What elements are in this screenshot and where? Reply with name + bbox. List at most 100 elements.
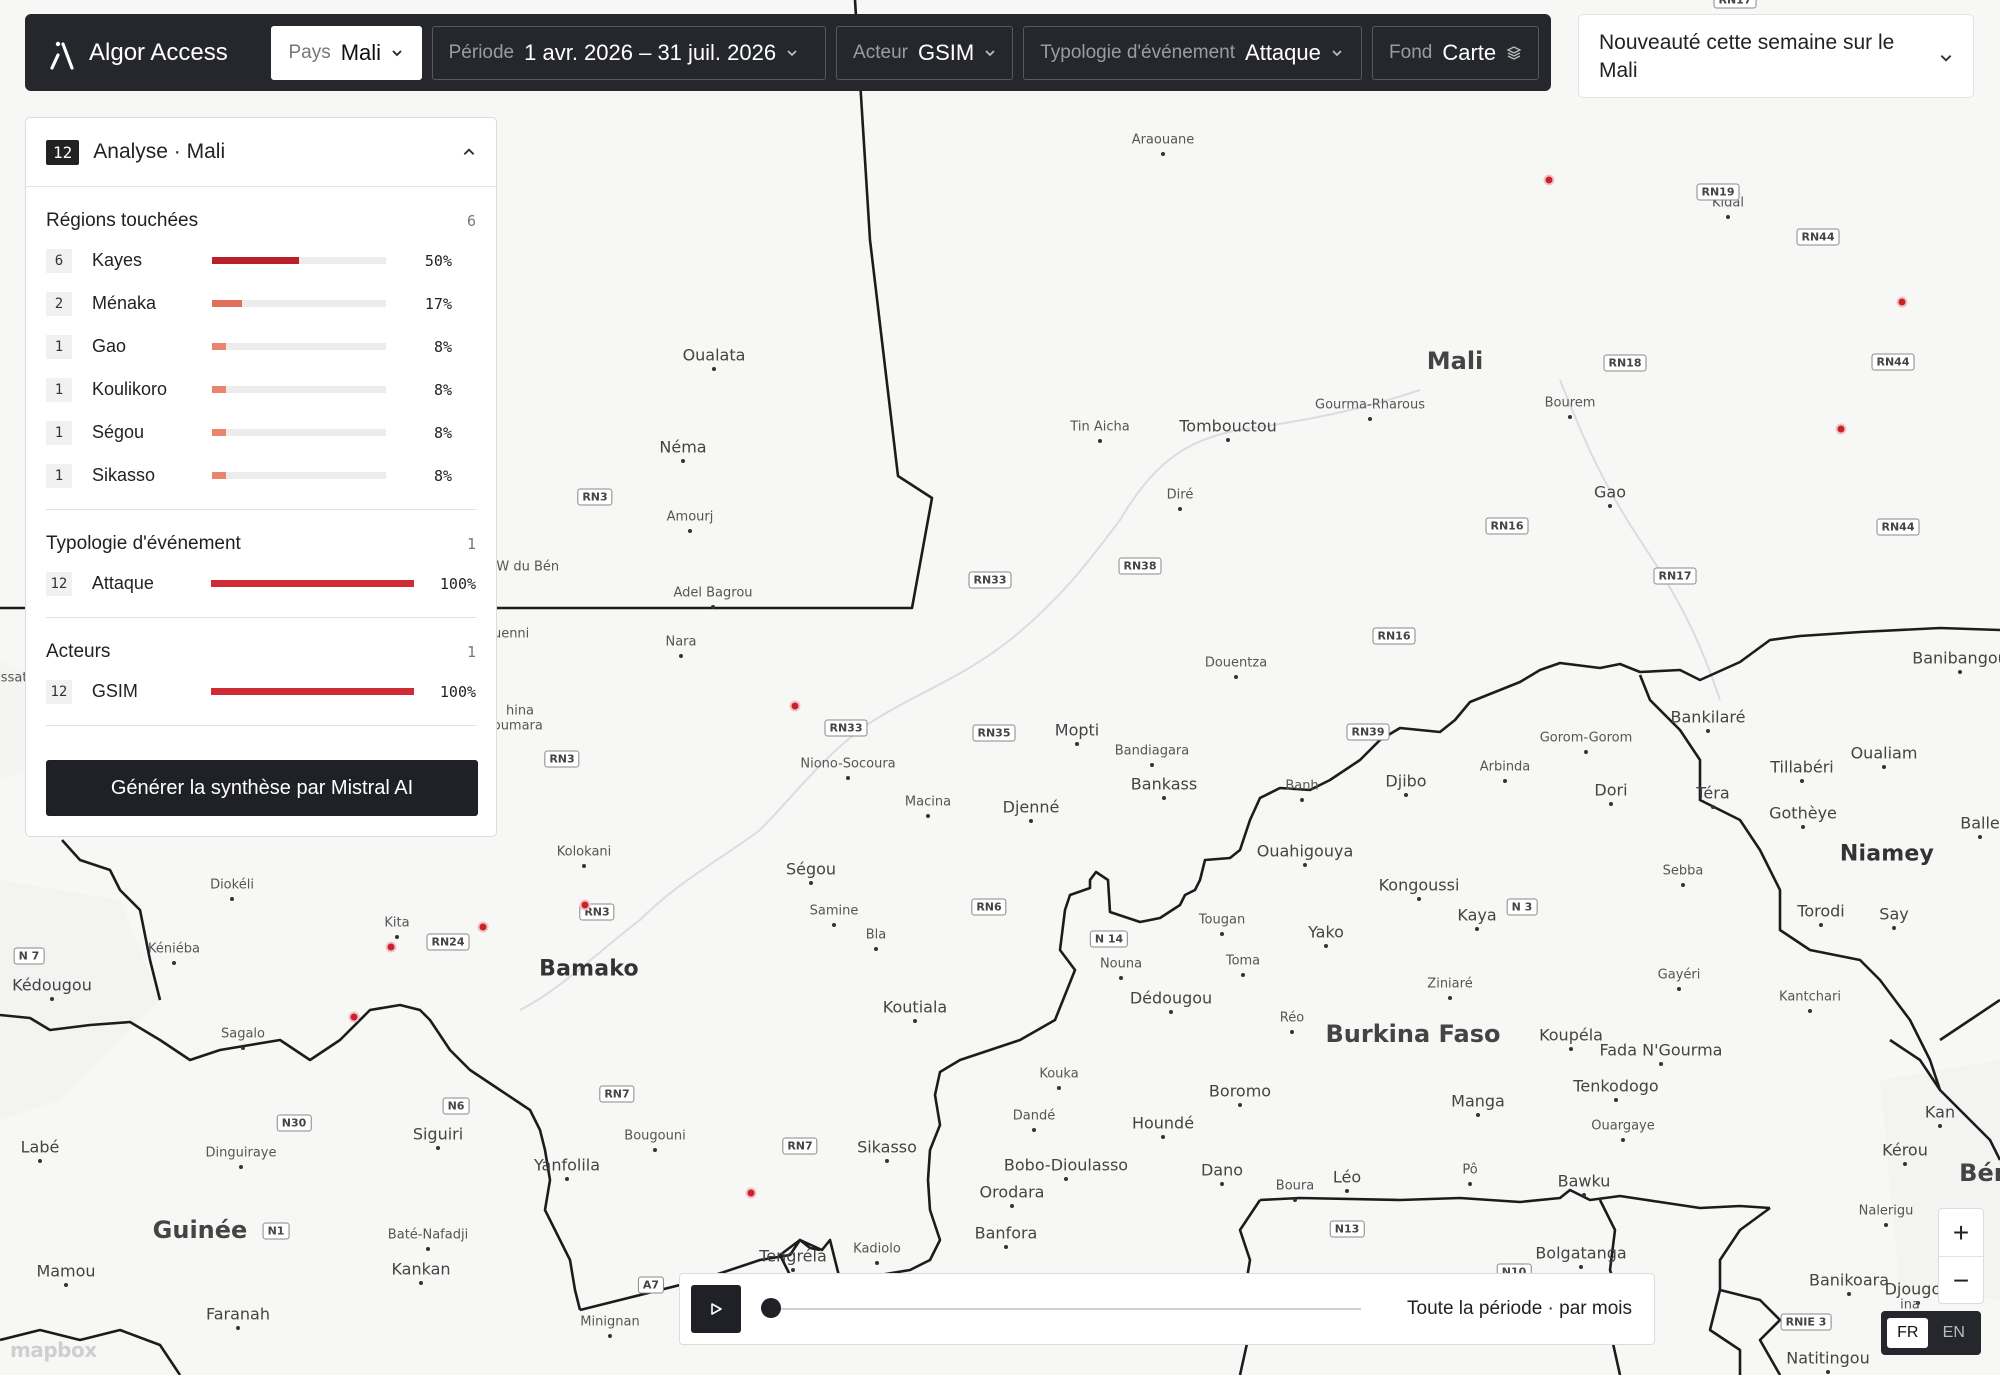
stat-label: Ménaka <box>92 293 157 313</box>
stat-label: Koulikoro <box>92 379 168 399</box>
filter-acteur-label: Acteur <box>853 41 908 63</box>
map-place-label: Dédougou <box>1129 988 1213 1008</box>
map-place-label: Adel Bagrou <box>673 585 753 601</box>
map-place-dot <box>926 814 930 818</box>
map-place-dot <box>679 654 683 658</box>
map-place-dot <box>1303 863 1307 867</box>
event-count-badge: 12 <box>46 139 80 165</box>
lang-en[interactable]: EN <box>1933 1318 1975 1348</box>
event-marker[interactable] <box>1835 423 1847 435</box>
road-shield: RN38 <box>1118 557 1162 575</box>
map-place-dot <box>1958 670 1962 674</box>
map-place-dot <box>565 1177 569 1181</box>
event-marker[interactable] <box>385 941 397 953</box>
stat-row-ménaka[interactable]: 2 Ménaka 17% <box>46 282 476 325</box>
filter-typologie-label: Typologie d'événement <box>1040 41 1236 63</box>
brand[interactable]: Algor Access <box>45 35 261 71</box>
timeline-bar: Toute la période · par mois <box>679 1273 1655 1345</box>
stat-bar-track <box>211 580 415 587</box>
stat-count: 2 <box>46 291 72 316</box>
map-place-label: Oualiam <box>1850 743 1918 763</box>
map-place-label: Orodara <box>979 1182 1045 1202</box>
news-dropdown[interactable]: Nouveauté cette semaine sur le Mali <box>1578 14 1974 98</box>
map-place-dot <box>1241 973 1245 977</box>
map-place-dot <box>1681 883 1685 887</box>
zoom-in-button[interactable]: + <box>1939 1209 1983 1256</box>
map-place-label: Diré <box>1166 487 1194 503</box>
map-place-dot <box>1404 793 1408 797</box>
map-place-dot <box>1290 1030 1294 1034</box>
road-shield: RN16 <box>1485 517 1529 535</box>
road-shield: RN3 <box>544 750 580 768</box>
stat-row-attaque[interactable]: 12 Attaque 100% <box>46 562 476 605</box>
analysis-panel: 12 Analyse · Mali Régions touchées 6 6 Ka… <box>25 117 497 837</box>
stat-percent: 100% <box>439 574 477 593</box>
timeline-slider[interactable] <box>761 1298 1361 1318</box>
map-place-label: Siguiri <box>412 1124 464 1144</box>
event-marker[interactable] <box>1543 174 1555 186</box>
event-marker[interactable] <box>348 1011 360 1023</box>
zoom-out-button[interactable]: − <box>1939 1256 1983 1304</box>
chevron-up-icon[interactable] <box>462 145 476 159</box>
stat-percent: 8% <box>433 380 452 399</box>
map-place-label: Torodi <box>1797 901 1845 921</box>
stat-percent: 50% <box>424 251 452 270</box>
timeline-knob[interactable] <box>761 1298 781 1318</box>
road-shield: N 7 <box>13 947 45 965</box>
types-section: Typologie d'événement 1 12 Attaque 100% <box>26 526 496 605</box>
map-place-dot <box>1150 763 1154 767</box>
map-place-dot <box>230 897 234 901</box>
map-place-label: Kongoussi <box>1378 875 1460 895</box>
stat-label: Attaque <box>91 573 154 593</box>
road-shield: N6 <box>442 1097 470 1115</box>
road-shield: RN44 <box>1796 228 1840 246</box>
stat-row-ségou[interactable]: 1 Ségou 8% <box>46 411 476 454</box>
panel-header[interactable]: 12 Analyse · Mali <box>26 118 496 187</box>
map-place-dot <box>1801 825 1805 829</box>
map-place-dot <box>1614 1098 1618 1102</box>
map-place-dot <box>1884 1223 1888 1227</box>
filter-acteur[interactable]: Acteur GSIM <box>836 25 1014 80</box>
filter-typologie[interactable]: Typologie d'événement Attaque <box>1023 25 1363 80</box>
lang-fr[interactable]: FR <box>1887 1318 1929 1348</box>
map-place-dot <box>395 935 399 939</box>
map-place-label: Boromo <box>1208 1081 1272 1101</box>
event-marker[interactable] <box>477 921 489 933</box>
map-place-label: Nara <box>665 634 697 650</box>
filter-periode[interactable]: Période 1 avr. 2026 – 31 juil. 2026 <box>431 25 827 80</box>
map-place-dot <box>653 1148 657 1152</box>
stat-row-gsim[interactable]: 12 GSIM 100% <box>46 670 476 713</box>
map-place-dot <box>1169 1010 1173 1014</box>
filter-pays[interactable]: Pays Mali <box>271 25 422 80</box>
event-marker[interactable] <box>579 899 591 911</box>
map-place-label: Bobo-Dioulasso <box>1003 1155 1129 1175</box>
filter-fond[interactable]: Fond Carte <box>1372 25 1540 80</box>
map-place-label: Niono-Socoura <box>800 756 896 772</box>
map-place-label: Nouna <box>1099 956 1143 972</box>
stat-bar-fill <box>212 472 226 479</box>
stat-bar-fill <box>212 300 242 307</box>
map-place-label: Réo <box>1279 1010 1305 1026</box>
map-place-label: Niamey <box>1839 841 1935 867</box>
generate-summary-button[interactable]: Générer la synthèse par Mistral AI <box>46 760 478 816</box>
map-place-dot <box>1032 1128 1036 1132</box>
stat-row-gao[interactable]: 1 Gao 8% <box>46 325 476 368</box>
chevron-down-icon <box>1332 49 1342 56</box>
stat-count: 12 <box>46 679 72 704</box>
stat-row-sikasso[interactable]: 1 Sikasso 8% <box>46 454 476 497</box>
map-place-dot <box>1075 742 1079 746</box>
map-place-label: Ouargaye <box>1591 1118 1655 1134</box>
map-place-dot <box>1119 976 1123 980</box>
stat-row-kayes[interactable]: 6 Kayes 50% <box>46 239 476 282</box>
event-marker[interactable] <box>789 700 801 712</box>
stat-label: GSIM <box>91 681 138 701</box>
map-place-label: Oualata <box>682 345 746 365</box>
event-marker[interactable] <box>1896 296 1908 308</box>
play-button[interactable] <box>691 1285 741 1333</box>
stat-label: Ségou <box>92 422 145 442</box>
stat-row-koulikoro[interactable]: 1 Koulikoro 8% <box>46 368 476 411</box>
map-place-dot <box>1584 750 1588 754</box>
event-marker[interactable] <box>745 1187 757 1199</box>
map-place-dot <box>38 1159 42 1163</box>
filter-periode-value: 1 avr. 2026 – 31 juil. 2026 <box>524 39 777 65</box>
